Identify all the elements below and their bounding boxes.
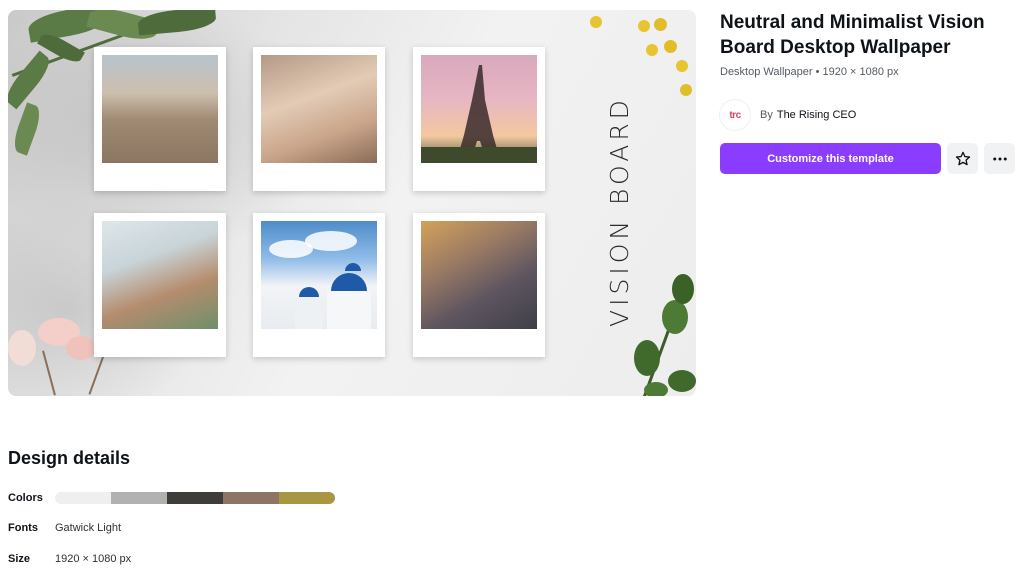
star-icon [955, 151, 970, 165]
polaroid-frame [253, 47, 385, 191]
color-swatch[interactable] [167, 492, 223, 504]
more-horizontal-icon [992, 157, 1007, 160]
leaf-decoration [672, 274, 694, 304]
color-swatch[interactable] [111, 492, 167, 504]
santorini-photo [261, 221, 377, 329]
size-value: 1920 × 1080 px [55, 553, 132, 565]
color-swatch[interactable] [223, 492, 279, 504]
polaroid-frame [94, 47, 226, 191]
pink-flower [66, 336, 96, 360]
yellow-flower [654, 18, 667, 31]
yellow-flower [646, 44, 658, 56]
author-row[interactable]: trc By The Rising CEO [720, 100, 856, 130]
yellow-flower [664, 40, 677, 53]
vision-board-text: VISION BOARD [605, 96, 634, 328]
colors-label: Colors [8, 492, 43, 504]
template-title: Neutral and Minimalist Vision Board Desk… [720, 12, 985, 58]
polaroid-frame [413, 47, 545, 191]
leaf-decoration [668, 370, 696, 392]
author-name-link[interactable]: The Rising CEO [777, 109, 856, 121]
template-subtitle: Desktop Wallpaper • 1920 × 1080 px [720, 66, 899, 78]
couple-photo [421, 221, 537, 329]
yellow-flower [638, 20, 650, 32]
eiffel-tower-shape [421, 65, 537, 163]
fonts-value[interactable]: Gatwick Light [55, 522, 121, 534]
polaroid-frame [253, 213, 385, 357]
color-palette [55, 492, 335, 504]
leaf-decoration [662, 300, 688, 334]
color-swatch[interactable] [55, 492, 111, 504]
leaf-decoration [634, 340, 660, 376]
polaroid-frame [413, 213, 545, 357]
yellow-flower [590, 16, 602, 28]
more-options-button[interactable] [984, 143, 1015, 174]
eiffel-tower-photo [421, 55, 537, 163]
leaf-decoration [644, 382, 668, 396]
yellow-flower [676, 60, 688, 72]
fonts-label: Fonts [8, 522, 38, 534]
color-swatch[interactable] [279, 492, 335, 504]
fountain-photo [102, 55, 218, 163]
design-details-heading: Design details [8, 448, 131, 468]
author-avatar[interactable]: trc [720, 100, 750, 130]
family-photo [261, 55, 377, 163]
customize-template-button[interactable]: Customize this template [720, 143, 941, 174]
author-by-label: By [760, 109, 773, 121]
polaroid-frame [94, 213, 226, 357]
kitchen-photo [102, 221, 218, 329]
template-preview-image[interactable]: VISION BOARD [8, 10, 696, 396]
size-label: Size [8, 553, 31, 565]
pink-flower [8, 330, 36, 366]
yellow-flower [680, 84, 692, 96]
santorini-domes [269, 231, 371, 329]
favorite-button[interactable] [947, 143, 978, 174]
